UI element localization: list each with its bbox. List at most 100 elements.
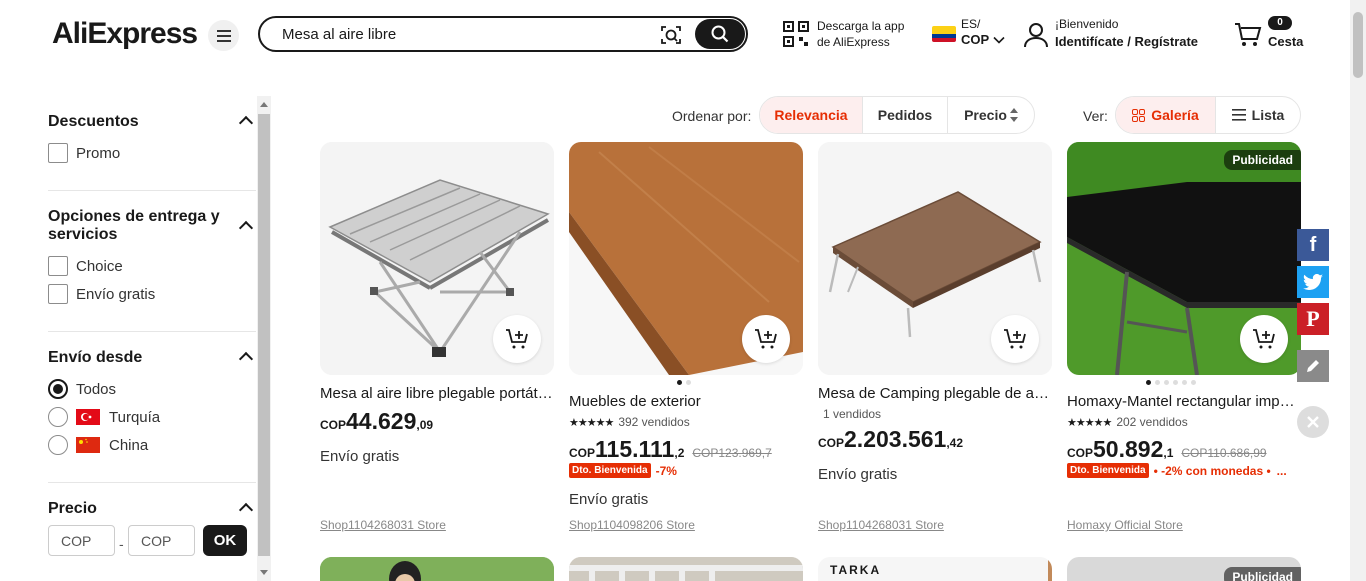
scroll-up-arrow-icon[interactable] — [260, 102, 268, 107]
view-list-label: Lista — [1251, 107, 1285, 123]
aliexpress-logo[interactable]: AliExpress — [52, 17, 198, 51]
add-to-cart-button[interactable] — [1240, 315, 1288, 363]
facebook-share-button[interactable]: f — [1297, 229, 1329, 261]
add-to-cart-button[interactable] — [493, 315, 541, 363]
ship-from-turkey-option[interactable]: Turquía — [48, 407, 160, 427]
discounts-title[interactable]: Descuentos — [48, 113, 139, 131]
promo-option[interactable]: Promo — [48, 143, 120, 163]
download-app-link[interactable]: Descarga la app de AliExpress — [817, 18, 904, 50]
chevron-up-icon[interactable] — [238, 351, 254, 367]
free-shipping-option[interactable]: Envío gratis — [48, 284, 155, 304]
delivery-title[interactable]: Opciones de entrega y servicios — [48, 208, 238, 244]
chevron-up-icon[interactable] — [238, 220, 254, 236]
radio-button[interactable] — [48, 407, 68, 427]
feedback-edit-button[interactable] — [1297, 350, 1329, 382]
sort-price-label: Precio — [964, 107, 1007, 123]
product-title[interactable]: Muebles de exterior — [569, 393, 803, 410]
choice-option[interactable]: Choice — [48, 256, 123, 276]
product-image[interactable] — [569, 142, 803, 375]
price-max-input[interactable]: COP — [128, 525, 195, 556]
cart-label[interactable]: Cesta — [1268, 34, 1303, 49]
close-share-button[interactable] — [1297, 406, 1329, 438]
user-icon[interactable] — [1024, 22, 1048, 48]
ad-label: Publicidad — [1224, 150, 1301, 170]
view-list[interactable]: Lista — [1216, 97, 1300, 133]
sort-price[interactable]: Precio — [948, 97, 1034, 133]
menu-button[interactable] — [208, 20, 239, 51]
twitter-share-button[interactable] — [1297, 266, 1329, 298]
account-link[interactable]: ¡Bienvenido Identifícate / Regístrate — [1055, 16, 1198, 50]
pinterest-share-button[interactable]: P — [1297, 303, 1329, 335]
checkbox[interactable] — [48, 284, 68, 304]
price-dash: - — [119, 536, 124, 552]
sort-label: Ordenar por: — [672, 108, 752, 124]
sort-orders[interactable]: Pedidos — [863, 97, 948, 133]
image-carousel-dots[interactable] — [1146, 380, 1196, 385]
checkbox[interactable] — [48, 143, 68, 163]
store-link[interactable]: Homaxy Official Store — [1067, 518, 1183, 532]
radio-button[interactable] — [48, 379, 68, 399]
product-title[interactable]: Homaxy-Mantel rectangular impermeable — [1067, 393, 1301, 410]
more-promos[interactable]: ... — [1277, 464, 1287, 478]
product-card[interactable]: Publicidad Homaxy-Mantel rectangular imp… — [1067, 142, 1301, 542]
cart-count-badge: 0 — [1268, 16, 1292, 30]
product-card[interactable] — [320, 557, 554, 581]
store-link[interactable]: Shop1104098206 Store — [569, 518, 695, 532]
product-price: COP 115.111 ,2 COP123.969,7 — [569, 436, 772, 463]
view-gallery[interactable]: Galería — [1116, 97, 1216, 133]
product-card[interactable] — [569, 557, 803, 581]
price-integer: 44.629 — [346, 408, 417, 434]
add-to-cart-button[interactable] — [742, 315, 790, 363]
product-image[interactable] — [320, 142, 554, 375]
scrollbar-thumb[interactable] — [1353, 12, 1363, 78]
product-image[interactable]: Publicidad — [1067, 142, 1301, 375]
search-icon — [711, 25, 729, 43]
checkbox[interactable] — [48, 256, 68, 276]
sidebar-scrollbar[interactable] — [257, 96, 271, 581]
radio-button[interactable] — [48, 435, 68, 455]
sign-in-link[interactable]: Identifícate / Regístrate — [1055, 33, 1198, 50]
add-to-cart-button[interactable] — [991, 315, 1039, 363]
search-bar — [258, 16, 748, 52]
chevron-up-icon[interactable] — [238, 115, 254, 131]
scrollbar-thumb[interactable] — [258, 114, 270, 556]
cart-icon[interactable] — [1234, 20, 1262, 48]
qr-code-icon[interactable] — [783, 21, 809, 47]
colombia-flag-icon — [932, 26, 956, 42]
ship-from-all-option[interactable]: Todos — [48, 379, 116, 399]
grid-icon — [1132, 108, 1146, 122]
image-search-icon[interactable] — [660, 24, 682, 46]
product-card[interactable]: Muebles de exterior ★★★★★ 392 vendidos CO… — [569, 142, 803, 542]
view-options: Galería Lista — [1115, 96, 1301, 134]
language-currency-selector[interactable]: ES/ COP — [961, 16, 1005, 48]
product-card[interactable]: Mesa de Camping plegable de aleación de … — [818, 142, 1052, 542]
ship-from-title[interactable]: Envío desde — [48, 349, 142, 367]
price-title[interactable]: Precio — [48, 500, 97, 518]
page-scrollbar[interactable] — [1350, 0, 1366, 581]
product-price: COP 50.892 ,1 COP110.686,99 — [1067, 436, 1267, 463]
product-card[interactable]: Mesa al aire libre plegable portátil de … — [320, 142, 554, 542]
price-currency: COP — [320, 418, 347, 432]
price-min-input[interactable]: COP — [48, 525, 115, 556]
sort-relevance[interactable]: Relevancia — [760, 97, 863, 133]
search-input[interactable] — [282, 24, 642, 44]
product-title[interactable]: Mesa de Camping plegable de aleación de … — [818, 385, 1052, 402]
ad-label: Publicidad — [1224, 567, 1301, 581]
search-button[interactable] — [695, 19, 745, 49]
image-carousel-dots[interactable] — [677, 380, 691, 385]
filter-sidebar: Descuentos Promo Opciones de entrega y s… — [0, 96, 272, 581]
product-title[interactable]: Mesa al aire libre plegable portátil de … — [320, 385, 554, 402]
add-cart-icon — [1004, 329, 1026, 349]
product-price: COP 2.203.561 ,42 — [818, 426, 963, 453]
price-ok-button[interactable]: OK — [203, 525, 247, 556]
product-card[interactable]: Publicidad — [1067, 557, 1301, 581]
price-decimal: ,42 — [946, 436, 964, 450]
product-card[interactable]: TARKA — [818, 557, 1052, 581]
ship-from-china-option[interactable]: China — [48, 435, 148, 455]
brand-text: TARKA — [830, 563, 882, 577]
scroll-down-arrow-icon[interactable] — [260, 570, 268, 575]
product-image[interactable] — [818, 142, 1052, 375]
store-link[interactable]: Shop1104268031 Store — [320, 518, 446, 532]
chevron-up-icon[interactable] — [238, 502, 254, 518]
store-link[interactable]: Shop1104268031 Store — [818, 518, 944, 532]
